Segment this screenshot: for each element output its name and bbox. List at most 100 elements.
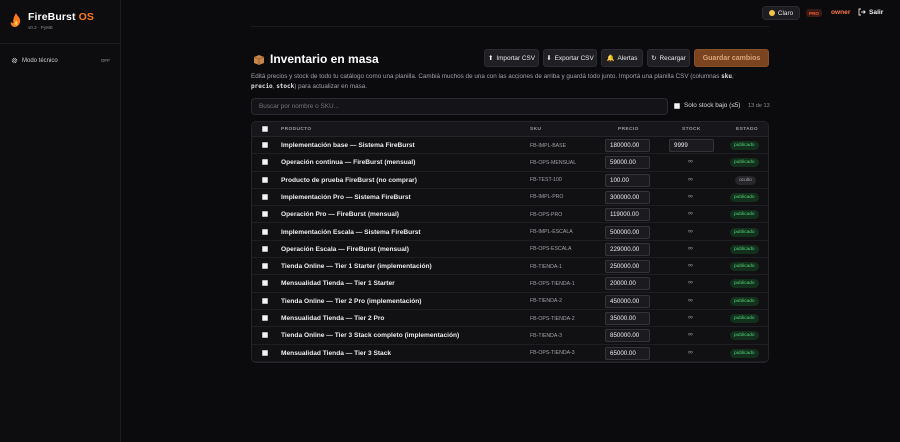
row-checkbox[interactable] xyxy=(262,297,268,304)
stock-unlimited: ∞ xyxy=(688,348,693,356)
product-sku: FB-TIENDA-3 xyxy=(530,332,562,339)
row-checkbox[interactable] xyxy=(262,280,268,287)
table-row: Producto de prueba FireBurst (no comprar… xyxy=(252,172,768,189)
stock-unlimited: ∞ xyxy=(688,227,693,235)
table-row: Operación continua — FireBurst (mensual)… xyxy=(252,154,768,172)
row-checkbox[interactable] xyxy=(262,315,268,321)
column-header-sku: SKU xyxy=(530,127,542,132)
row-checkbox[interactable] xyxy=(262,245,268,252)
status-badge[interactable]: publicado xyxy=(730,158,759,168)
status-badge[interactable]: publicado xyxy=(730,296,759,306)
price-input[interactable]: 65000.00 xyxy=(605,346,650,360)
price-input[interactable]: 59000.00 xyxy=(605,156,650,170)
row-checkbox[interactable] xyxy=(262,159,268,166)
sidebar-item-label: Modo técnico xyxy=(22,57,58,64)
status-badge[interactable]: publicado xyxy=(730,279,759,289)
row-checkbox[interactable] xyxy=(262,349,268,356)
product-name: Tienda Online — Tier 2 Pro (implementaci… xyxy=(281,297,422,305)
product-sku: FB-IMPL-ESCALA xyxy=(530,229,573,235)
status-badge[interactable]: oculto xyxy=(735,175,756,185)
product-name: Implementación Pro — Sistema FireBurst xyxy=(281,193,411,201)
tech-mode-toggle-state[interactable]: OFF xyxy=(101,58,110,63)
row-checkbox[interactable] xyxy=(262,142,268,148)
gear-icon xyxy=(11,57,18,64)
stock-input[interactable]: 9999 xyxy=(669,139,714,152)
status-badge[interactable]: publicado xyxy=(730,192,759,202)
logout-button[interactable]: Salir xyxy=(858,8,883,16)
low-stock-label: Solo stock bajo (≤5) xyxy=(684,102,741,109)
download-icon: ⬇ xyxy=(546,55,552,62)
fireburst-logo-icon xyxy=(10,13,21,27)
status-badge[interactable]: publicado xyxy=(730,314,759,323)
theme-toggle-label: Claro xyxy=(777,9,794,17)
product-sku: FB-OPS-PRO xyxy=(530,211,563,218)
price-input[interactable]: 100.00 xyxy=(605,173,650,187)
sidebar-item-tech-mode[interactable]: Modo técnico OFF xyxy=(6,54,115,67)
stock-unlimited: ∞ xyxy=(688,296,693,304)
table-row: Operación Escala — FireBurst (mensual) F… xyxy=(252,241,768,259)
row-checkbox[interactable] xyxy=(262,332,268,339)
product-name: Tienda Online — Tier 3 Stack completo (i… xyxy=(281,332,460,340)
table-row: Tienda Online — Tier 2 Pro (implementaci… xyxy=(252,293,768,310)
save-changes-button[interactable]: Guardar cambios xyxy=(694,49,769,67)
brand[interactable]: FireBurst OS v0.2 · PyME xyxy=(10,11,94,30)
upload-icon: ⬆ xyxy=(487,55,494,62)
product-sku: FB-OPS-TIENDA-2 xyxy=(530,315,575,322)
status-badge[interactable]: publicado xyxy=(730,262,759,272)
row-checkbox[interactable] xyxy=(262,263,268,270)
product-sku: FB-TIENDA-1 xyxy=(530,263,562,270)
page-title: Inventario en masa xyxy=(270,52,379,66)
status-badge[interactable]: publicado xyxy=(730,331,759,341)
table-row: Tienda Online — Tier 1 Starter (implemen… xyxy=(252,258,768,276)
price-input[interactable]: 450000.00 xyxy=(605,294,650,308)
price-input[interactable]: 180000.00 xyxy=(605,139,650,152)
theme-toggle-button[interactable]: Claro xyxy=(762,6,800,20)
price-input[interactable]: 500000.00 xyxy=(605,225,650,239)
search-input[interactable] xyxy=(251,98,668,115)
row-checkbox[interactable] xyxy=(262,211,268,218)
row-checkbox[interactable] xyxy=(262,176,268,183)
table-row: Implementación Escala — Sistema FireBurs… xyxy=(252,224,768,241)
sidebar-divider xyxy=(0,43,121,44)
table-row: Implementación Pro — Sistema FireBurst F… xyxy=(252,189,768,207)
status-badge[interactable]: publicado xyxy=(730,244,759,254)
price-input[interactable]: 850000.00 xyxy=(605,329,650,343)
table-row: Tienda Online — Tier 3 Stack completo (i… xyxy=(252,327,768,345)
product-name: Producto de prueba FireBurst (no comprar… xyxy=(281,176,417,184)
product-name: Mensualidad Tienda — Tier 2 Pro xyxy=(281,315,385,322)
select-all-checkbox[interactable] xyxy=(262,126,268,132)
price-input[interactable]: 300000.00 xyxy=(605,190,650,204)
table-row: Mensualidad Tienda — Tier 1 Starter FB-O… xyxy=(252,275,768,293)
inventory-table: PRODUCTO SKU PRECIO STOCK ESTADO Impleme… xyxy=(251,121,769,363)
price-input[interactable]: 119000.00 xyxy=(605,208,650,222)
row-checkbox[interactable] xyxy=(262,193,268,200)
table-row: Operación Pro — FireBurst (mensual) FB-O… xyxy=(252,206,768,224)
reload-button[interactable]: ↻ Recargar xyxy=(647,49,690,67)
status-badge[interactable]: publicado xyxy=(730,348,759,358)
stock-unlimited: ∞ xyxy=(688,244,693,252)
price-input[interactable]: 35000.00 xyxy=(605,312,650,325)
stock-unlimited: ∞ xyxy=(688,279,693,287)
low-stock-filter[interactable]: Solo stock bajo (≤5) xyxy=(674,102,740,109)
stock-unlimited: ∞ xyxy=(688,314,693,321)
product-sku: FB-TIENDA-2 xyxy=(530,298,562,305)
export-csv-button[interactable]: ⬇ Exportar CSV xyxy=(543,49,597,67)
price-input[interactable]: 250000.00 xyxy=(605,260,650,274)
status-badge[interactable]: publicado xyxy=(730,141,759,150)
product-name: Implementación base — Sistema FireBurst xyxy=(281,142,415,149)
import-csv-button[interactable]: ⬆ Importar CSV xyxy=(484,49,539,67)
product-sku: FB-IMPL-BASE xyxy=(530,142,567,149)
sidebar: FireBurst OS v0.2 · PyME Modo técnico OF… xyxy=(0,0,121,442)
status-badge[interactable]: publicado xyxy=(730,210,759,220)
stock-unlimited: ∞ xyxy=(688,262,693,270)
price-input[interactable]: 229000.00 xyxy=(605,242,650,256)
row-checkbox[interactable] xyxy=(262,228,268,235)
stock-unlimited: ∞ xyxy=(688,192,693,200)
topbar-divider xyxy=(251,26,769,27)
column-header-status: ESTADO xyxy=(736,127,759,132)
table-row: Mensualidad Tienda — Tier 3 Stack FB-OPS… xyxy=(252,345,768,362)
price-input[interactable]: 20000.00 xyxy=(605,277,650,291)
low-stock-checkbox[interactable] xyxy=(674,102,680,109)
status-badge[interactable]: publicado xyxy=(730,227,759,237)
alerts-button[interactable]: 🔔 Alertas xyxy=(601,49,643,67)
